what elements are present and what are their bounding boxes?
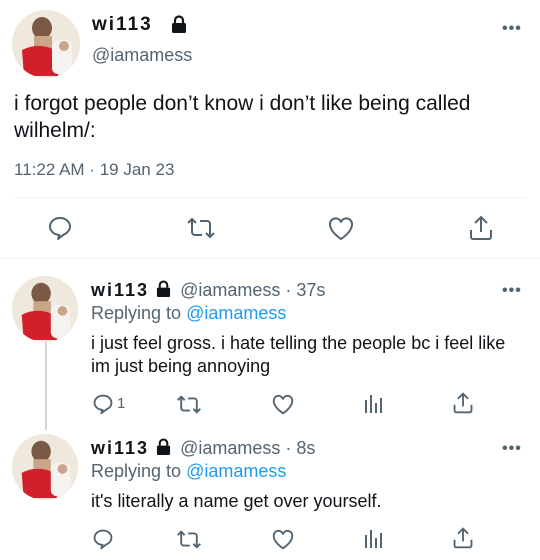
tweet-time: 11:22 AM — [14, 160, 85, 179]
like-icon[interactable] — [326, 214, 356, 242]
handle[interactable]: @iamamess — [180, 438, 280, 458]
avatar[interactable] — [12, 276, 78, 342]
reply-header: wi113 @iamamess · 37s — [91, 280, 325, 303]
divider — [14, 197, 526, 198]
display-name[interactable]: wi113 — [91, 438, 149, 458]
replying-to-line: Replying to @iamamess — [91, 461, 286, 482]
reply-age: · 37s — [285, 280, 326, 300]
reply-age: · 8s — [285, 438, 316, 458]
share-icon[interactable] — [451, 390, 475, 416]
replying-to-line: Replying to @iamamess — [91, 303, 286, 324]
tweet-text: i forgot people don’t know i don’t like … — [14, 92, 471, 142]
reply-text: i just feel gross. i hate telling the pe… — [91, 333, 506, 376]
handle[interactable]: @iamamess — [180, 280, 280, 300]
reply-count: 1 — [117, 395, 126, 412]
retweet-icon[interactable] — [185, 215, 217, 241]
timestamp-separator: · — [89, 160, 95, 179]
lock-icon — [170, 14, 188, 34]
more-icon[interactable]: ••• — [502, 20, 522, 38]
more-icon[interactable]: ••• — [502, 440, 522, 458]
divider — [0, 258, 540, 259]
retweet-icon[interactable] — [175, 393, 203, 415]
display-name[interactable]: wi113 — [92, 14, 153, 36]
avatar[interactable] — [12, 434, 78, 500]
reply-icon[interactable] — [91, 392, 115, 416]
thread-line — [45, 342, 47, 430]
reply-icon[interactable] — [45, 214, 75, 242]
reply-icon[interactable] — [91, 527, 115, 551]
replying-to-handle[interactable]: @iamamess — [186, 461, 286, 481]
reply-text: it's literally a name get over yourself. — [91, 491, 382, 511]
display-name[interactable]: wi113 — [91, 280, 149, 300]
like-icon[interactable] — [270, 527, 296, 551]
more-icon[interactable]: ••• — [502, 282, 522, 300]
lock-icon — [156, 438, 171, 461]
reply-header: wi113 @iamamess · 8s — [91, 438, 315, 461]
lock-icon — [156, 280, 171, 303]
like-icon[interactable] — [270, 392, 296, 416]
retweet-icon[interactable] — [175, 528, 203, 550]
share-icon[interactable] — [451, 525, 475, 551]
share-icon[interactable] — [466, 213, 496, 243]
tweet-date: 19 Jan 23 — [99, 160, 175, 179]
replying-to-label: Replying to — [91, 303, 182, 323]
replying-to-label: Replying to — [91, 461, 182, 481]
replying-to-handle[interactable]: @iamamess — [186, 303, 286, 323]
handle[interactable]: @iamamess — [92, 45, 192, 66]
analytics-icon[interactable] — [361, 391, 385, 415]
tweet-timestamp[interactable]: 11:22 AM · 19 Jan 23 — [14, 160, 174, 180]
avatar[interactable] — [12, 10, 80, 78]
analytics-icon[interactable] — [361, 526, 385, 550]
